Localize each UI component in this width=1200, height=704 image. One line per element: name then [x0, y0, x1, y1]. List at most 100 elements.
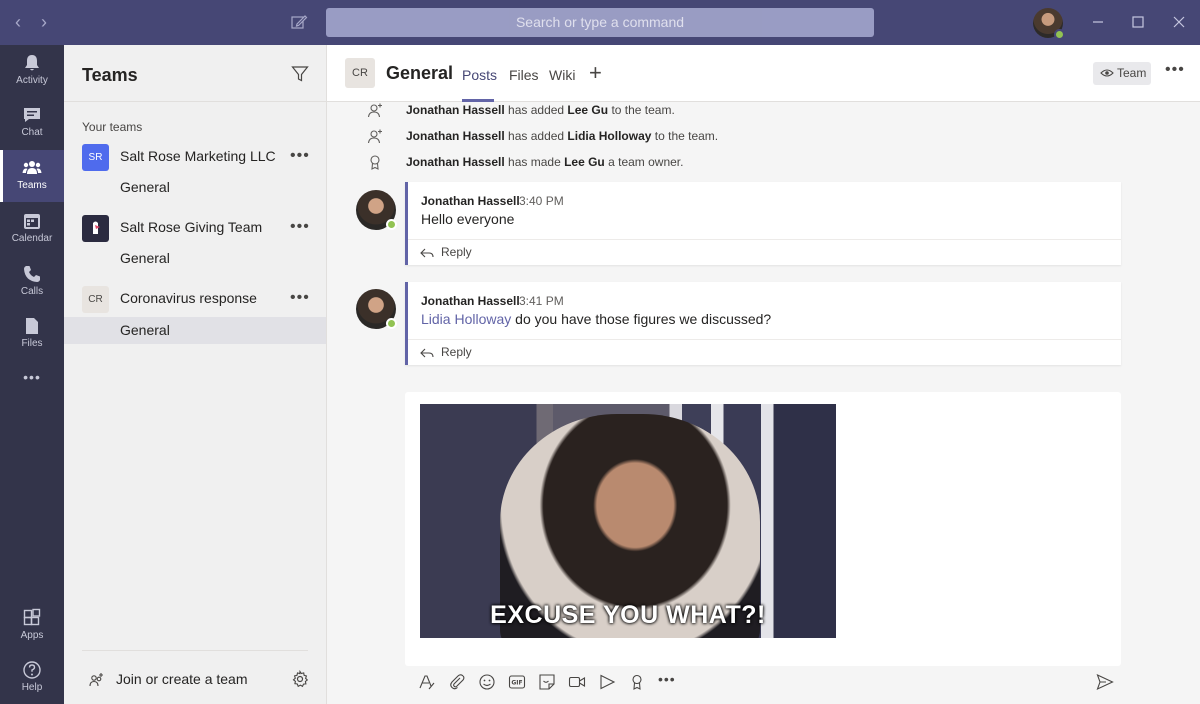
message-text: Hello everyone: [421, 211, 515, 227]
rail-item-help[interactable]: Help: [0, 652, 64, 704]
svg-text:GIF: GIF: [511, 680, 522, 687]
new-chat-icon[interactable]: [290, 13, 308, 31]
calendar-icon: [22, 211, 42, 231]
team-more-options-button[interactable]: •••: [290, 289, 310, 307]
channel-item-general[interactable]: General: [64, 174, 326, 201]
forward-arrow-icon[interactable]: ›: [34, 12, 54, 32]
profile-avatar[interactable]: [1033, 8, 1065, 40]
reply-button[interactable]: Reply: [408, 339, 1121, 365]
gif-caption: EXCUSE YOU WHAT?!: [490, 601, 766, 629]
filter-icon[interactable]: [291, 65, 309, 83]
channel-title: General: [386, 63, 454, 83]
praise-icon[interactable]: [628, 673, 646, 691]
minimize-icon[interactable]: [1088, 12, 1108, 32]
team-more-options-button[interactable]: •••: [290, 218, 310, 236]
team-item-salt-rose-marketing[interactable]: SR Salt Rose Marketing LLC •••: [64, 139, 326, 175]
meet-now-icon[interactable]: [568, 673, 586, 691]
team-item-coronavirus-response[interactable]: CR Coronavirus response •••: [64, 281, 326, 317]
divider: [64, 101, 326, 102]
divider: [82, 650, 308, 651]
gif-image[interactable]: EXCUSE YOU WHAT?!: [420, 404, 836, 638]
section-label: Your teams: [82, 120, 143, 134]
team-more-options-button[interactable]: •••: [290, 147, 310, 165]
rail-item-calls[interactable]: Calls: [0, 256, 64, 308]
team-item-salt-rose-giving[interactable]: Salt Rose Giving Team •••: [64, 210, 326, 246]
channel-team-avatar: CR: [345, 58, 375, 88]
compose-more-options-button[interactable]: •••: [658, 671, 676, 689]
gif-icon[interactable]: GIF: [508, 673, 526, 691]
reply-button[interactable]: Reply: [408, 239, 1121, 265]
team-name: Coronavirus response: [120, 290, 257, 306]
channel-name: General: [120, 179, 170, 195]
message-text: Lidia Holloway do you have those figures…: [421, 311, 772, 327]
tab-files[interactable]: Files: [509, 67, 539, 83]
phone-icon: [22, 264, 42, 284]
rail-more-button[interactable]: •••: [0, 363, 64, 393]
message-author: Jonathan Hassell: [421, 194, 520, 208]
channel-header: CR General Posts Files Wiki + Team •••: [327, 45, 1200, 102]
file-icon: [22, 316, 42, 336]
message-card[interactable]: Jonathan Hassell 3:40 PM Hello everyone …: [405, 182, 1121, 265]
conversation-area[interactable]: Jonathan Hassell has added Lee Gu to the…: [327, 102, 1200, 704]
channel-name: General: [120, 322, 170, 338]
rail-item-files[interactable]: Files: [0, 308, 64, 360]
team-name: Salt Rose Giving Team: [120, 219, 263, 235]
bell-icon: [22, 53, 42, 73]
team-button-label: Team: [1117, 66, 1147, 80]
reply-label: Reply: [441, 245, 472, 259]
message-card[interactable]: Jonathan Hassell 3:41 PM Lidia Holloway …: [405, 282, 1121, 365]
gear-icon[interactable]: [291, 669, 309, 688]
avatar[interactable]: [356, 190, 397, 230]
format-icon[interactable]: [418, 673, 436, 691]
channel-item-general[interactable]: General: [64, 245, 326, 272]
rail-item-teams[interactable]: Teams: [0, 150, 64, 202]
title-bar: ‹ › Search or type a command: [0, 0, 1200, 45]
stream-icon[interactable]: [598, 673, 616, 691]
reply-label: Reply: [441, 345, 472, 359]
attach-icon[interactable]: [448, 673, 466, 691]
back-arrow-icon[interactable]: ‹: [8, 12, 28, 32]
avatar[interactable]: [356, 289, 397, 329]
send-icon[interactable]: [1096, 673, 1114, 691]
compose-box[interactable]: EXCUSE YOU WHAT?!: [405, 392, 1121, 666]
rail-item-apps[interactable]: Apps: [0, 600, 64, 652]
message-timestamp: 3:40 PM: [519, 194, 564, 208]
teams-panel-title: Teams: [82, 65, 138, 85]
team-avatar: SR: [82, 144, 109, 171]
channel-more-options-button[interactable]: •••: [1165, 61, 1185, 79]
add-person-icon: [367, 129, 382, 144]
system-message: Jonathan Hassell has added Lee Gu to the…: [327, 102, 1127, 121]
maximize-icon[interactable]: [1128, 12, 1148, 32]
tab-posts[interactable]: Posts: [462, 67, 497, 83]
sticker-icon[interactable]: [538, 673, 556, 691]
tab-wiki[interactable]: Wiki: [549, 67, 575, 83]
app-rail: Activity Chat Teams Calendar Calls Files…: [0, 45, 64, 704]
rail-item-calendar[interactable]: Calendar: [0, 203, 64, 255]
join-or-create-team-link[interactable]: Join or create a team: [116, 671, 248, 687]
join-team-icon[interactable]: [88, 670, 106, 688]
team-info-button[interactable]: Team: [1093, 62, 1151, 85]
message-author: Jonathan Hassell: [421, 294, 520, 308]
team-avatar: [82, 215, 109, 242]
award-icon: [370, 155, 380, 170]
emoji-icon[interactable]: [478, 673, 496, 691]
presence-available-icon: [386, 318, 397, 329]
team-avatar: CR: [82, 286, 109, 313]
presence-available-icon: [1054, 29, 1065, 40]
team-logo-icon: [93, 221, 100, 234]
team-name: Salt Rose Marketing LLC: [120, 148, 276, 164]
message-timestamp: 3:41 PM: [519, 294, 564, 308]
add-tab-button[interactable]: +: [589, 62, 602, 84]
search-input[interactable]: Search or type a command: [326, 8, 874, 37]
system-message: Jonathan Hassell has made Lee Gu a team …: [327, 153, 1127, 173]
mention-link[interactable]: Lidia Holloway: [421, 311, 511, 327]
channel-item-general-selected[interactable]: General: [64, 317, 326, 344]
add-person-icon: [367, 103, 382, 118]
rail-item-activity[interactable]: Activity: [0, 45, 64, 97]
system-message: Jonathan Hassell has added Lidia Hollowa…: [327, 127, 1127, 147]
eye-icon: [1100, 69, 1114, 77]
close-icon[interactable]: [1169, 12, 1189, 32]
apps-icon: [22, 608, 42, 628]
rail-item-chat[interactable]: Chat: [0, 97, 64, 149]
chat-icon: [22, 105, 42, 125]
